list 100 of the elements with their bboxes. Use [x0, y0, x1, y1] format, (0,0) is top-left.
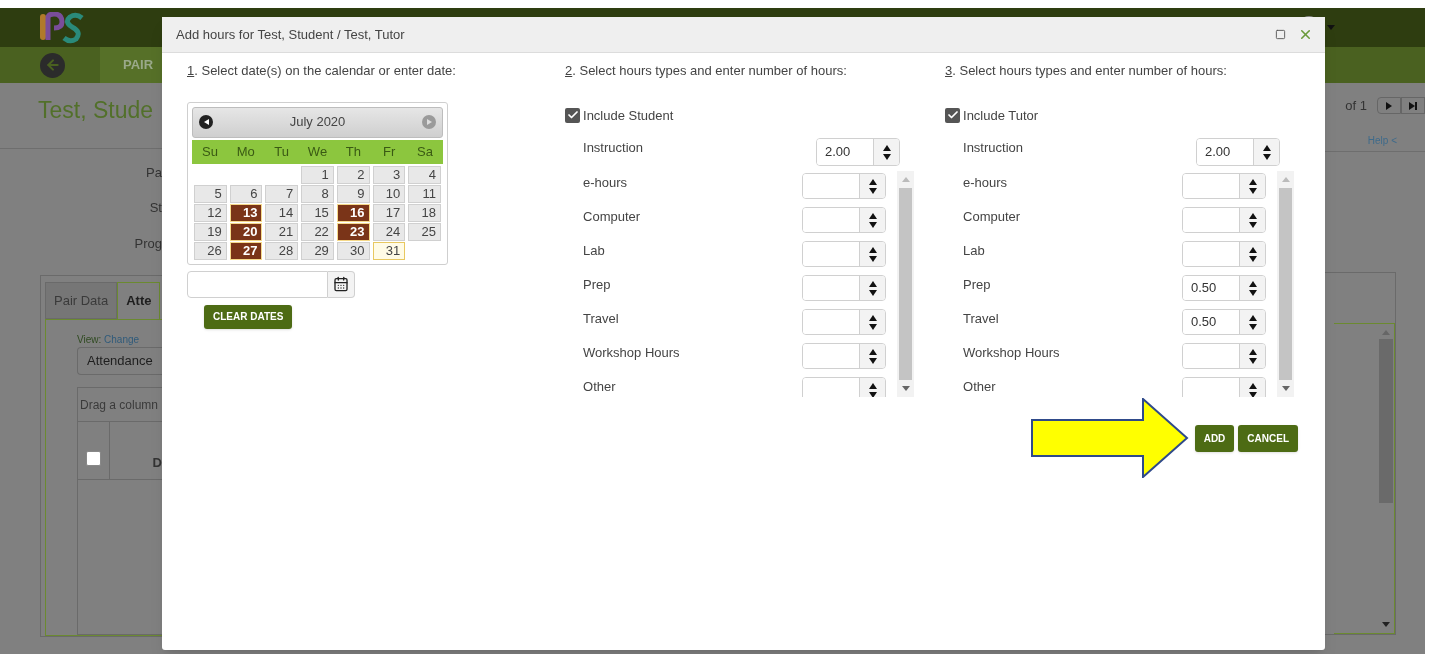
calendar-day[interactable]: 20: [229, 222, 263, 241]
number-spinner[interactable]: [802, 343, 886, 369]
scrollbar[interactable]: [1277, 171, 1294, 397]
scroll-down-icon[interactable]: [1382, 621, 1390, 627]
calendar-day[interactable]: 22: [301, 222, 334, 241]
up-arrow-icon: [1248, 314, 1257, 321]
step-instruction: 3. Select hours types and enter number of hours:: [945, 62, 1228, 80]
calendar-day[interactable]: 23: [336, 222, 370, 241]
spinner-button[interactable]: [1239, 310, 1265, 334]
number-spinner[interactable]: [802, 207, 886, 233]
number-spinner[interactable]: [802, 241, 886, 267]
month-title: July 2020: [289, 113, 346, 132]
scrollbar[interactable]: [897, 171, 914, 397]
checkbox[interactable]: [945, 107, 960, 123]
tab[interactable]: Atte: [117, 282, 161, 319]
calendar-day[interactable]: 11: [408, 184, 441, 203]
calendar-day[interactable]: 27: [229, 241, 263, 260]
scroll-down-icon[interactable]: [901, 386, 910, 391]
number-spinner[interactable]: [1182, 207, 1266, 233]
calendar-day[interactable]: 2: [336, 165, 370, 184]
number-spinner[interactable]: 0.50: [1182, 309, 1266, 335]
calendar-day[interactable]: 26: [194, 241, 227, 260]
checkbox[interactable]: [85, 451, 101, 466]
calendar-day[interactable]: 24: [372, 222, 406, 241]
number-spinner[interactable]: 2.00: [1196, 138, 1280, 166]
calendar-day[interactable]: 19: [194, 222, 227, 241]
close-button[interactable]: [1298, 27, 1313, 42]
spinner-button[interactable]: [873, 139, 899, 165]
calendar-day[interactable]: 5: [194, 184, 227, 203]
down-arrow-icon: [882, 153, 891, 160]
spinner-button[interactable]: [859, 378, 885, 397]
weekday-label: Tu: [273, 142, 290, 161]
number-spinner[interactable]: [1182, 241, 1266, 267]
next-page-button[interactable]: [1377, 97, 1401, 115]
down-arrow-icon: [868, 221, 877, 228]
spinner-button[interactable]: [859, 276, 885, 300]
weekday-label: Fr: [382, 142, 397, 161]
clear-dates-button[interactable]: CLEAR DATES: [204, 304, 293, 329]
calendar-day[interactable]: 15: [301, 203, 334, 222]
spinner-button[interactable]: [1239, 208, 1265, 232]
calendar-day[interactable]: 16: [336, 203, 370, 222]
spinner-button[interactable]: [1239, 174, 1265, 198]
number-spinner[interactable]: [802, 377, 886, 397]
calendar-day[interactable]: 13: [229, 203, 263, 222]
down-arrow-icon: [1248, 323, 1257, 330]
cancel-button[interactable]: CANCEL: [1238, 424, 1298, 452]
field-label: St: [149, 199, 162, 217]
calendar-day[interactable]: 30: [336, 241, 370, 260]
calendar-day[interactable]: 3: [372, 165, 406, 184]
calendar-day[interactable]: 29: [301, 241, 334, 260]
scroll-down-icon[interactable]: [1281, 386, 1290, 391]
calendar-button[interactable]: [328, 270, 355, 298]
number-spinner[interactable]: [1182, 173, 1266, 199]
spinner-button[interactable]: [1239, 276, 1265, 300]
number-spinner[interactable]: 0.50: [1182, 275, 1266, 301]
number-spinner[interactable]: [1182, 343, 1266, 369]
weekday-label: Th: [344, 142, 362, 161]
spinner-button[interactable]: [859, 242, 885, 266]
down-arrow-icon: [1248, 391, 1257, 397]
calendar-day[interactable]: 9: [336, 184, 370, 203]
calendar-day[interactable]: 31: [372, 241, 406, 260]
spinner-button[interactable]: [859, 208, 885, 232]
number-spinner[interactable]: 2.00: [816, 138, 900, 166]
calendar-day[interactable]: 12: [194, 203, 227, 222]
hour-type-label: Travel: [963, 310, 999, 328]
previous-month-button[interactable]: [199, 115, 213, 129]
calendar-day[interactable]: 4: [408, 165, 441, 184]
spinner-button[interactable]: [859, 174, 885, 198]
spinner-button[interactable]: [1239, 344, 1265, 368]
checkbox[interactable]: [565, 107, 580, 123]
number-spinner[interactable]: [1182, 377, 1266, 397]
weekday-label: Mo: [235, 142, 256, 161]
calendar-day[interactable]: 8: [301, 184, 334, 203]
down-arrow-icon: [1248, 289, 1257, 296]
down-arrow-icon: [868, 289, 877, 296]
view-select[interactable]: Attendance: [77, 347, 162, 375]
spinner-button[interactable]: [1239, 242, 1265, 266]
spinner-button[interactable]: [859, 344, 885, 368]
calendar-day[interactable]: 17: [372, 203, 406, 222]
up-arrow-icon: [1262, 144, 1271, 151]
calendar-day[interactable]: 10: [372, 184, 406, 203]
spinner-button[interactable]: [859, 310, 885, 334]
last-page-button[interactable]: [1401, 97, 1425, 115]
field-label: Prog: [134, 234, 162, 253]
add-button[interactable]: ADD: [1194, 424, 1235, 452]
calendar-day[interactable]: 21: [265, 222, 299, 241]
calendar-day[interactable]: 6: [229, 184, 263, 203]
number-spinner[interactable]: [802, 173, 886, 199]
calendar-day[interactable]: 25: [408, 222, 441, 241]
spinner-button[interactable]: [1253, 139, 1279, 165]
maximize-button[interactable]: [1275, 29, 1286, 40]
calendar-day[interactable]: 1: [301, 165, 334, 184]
calendar-day[interactable]: 28: [265, 241, 299, 260]
number-spinner[interactable]: [802, 309, 886, 335]
spinner-button[interactable]: [1239, 378, 1265, 397]
calendar-day[interactable]: 14: [265, 203, 299, 222]
calendar-day[interactable]: 18: [408, 203, 441, 222]
number-spinner[interactable]: [802, 275, 886, 301]
date-field[interactable]: [187, 270, 328, 298]
calendar-day[interactable]: 7: [265, 184, 299, 203]
